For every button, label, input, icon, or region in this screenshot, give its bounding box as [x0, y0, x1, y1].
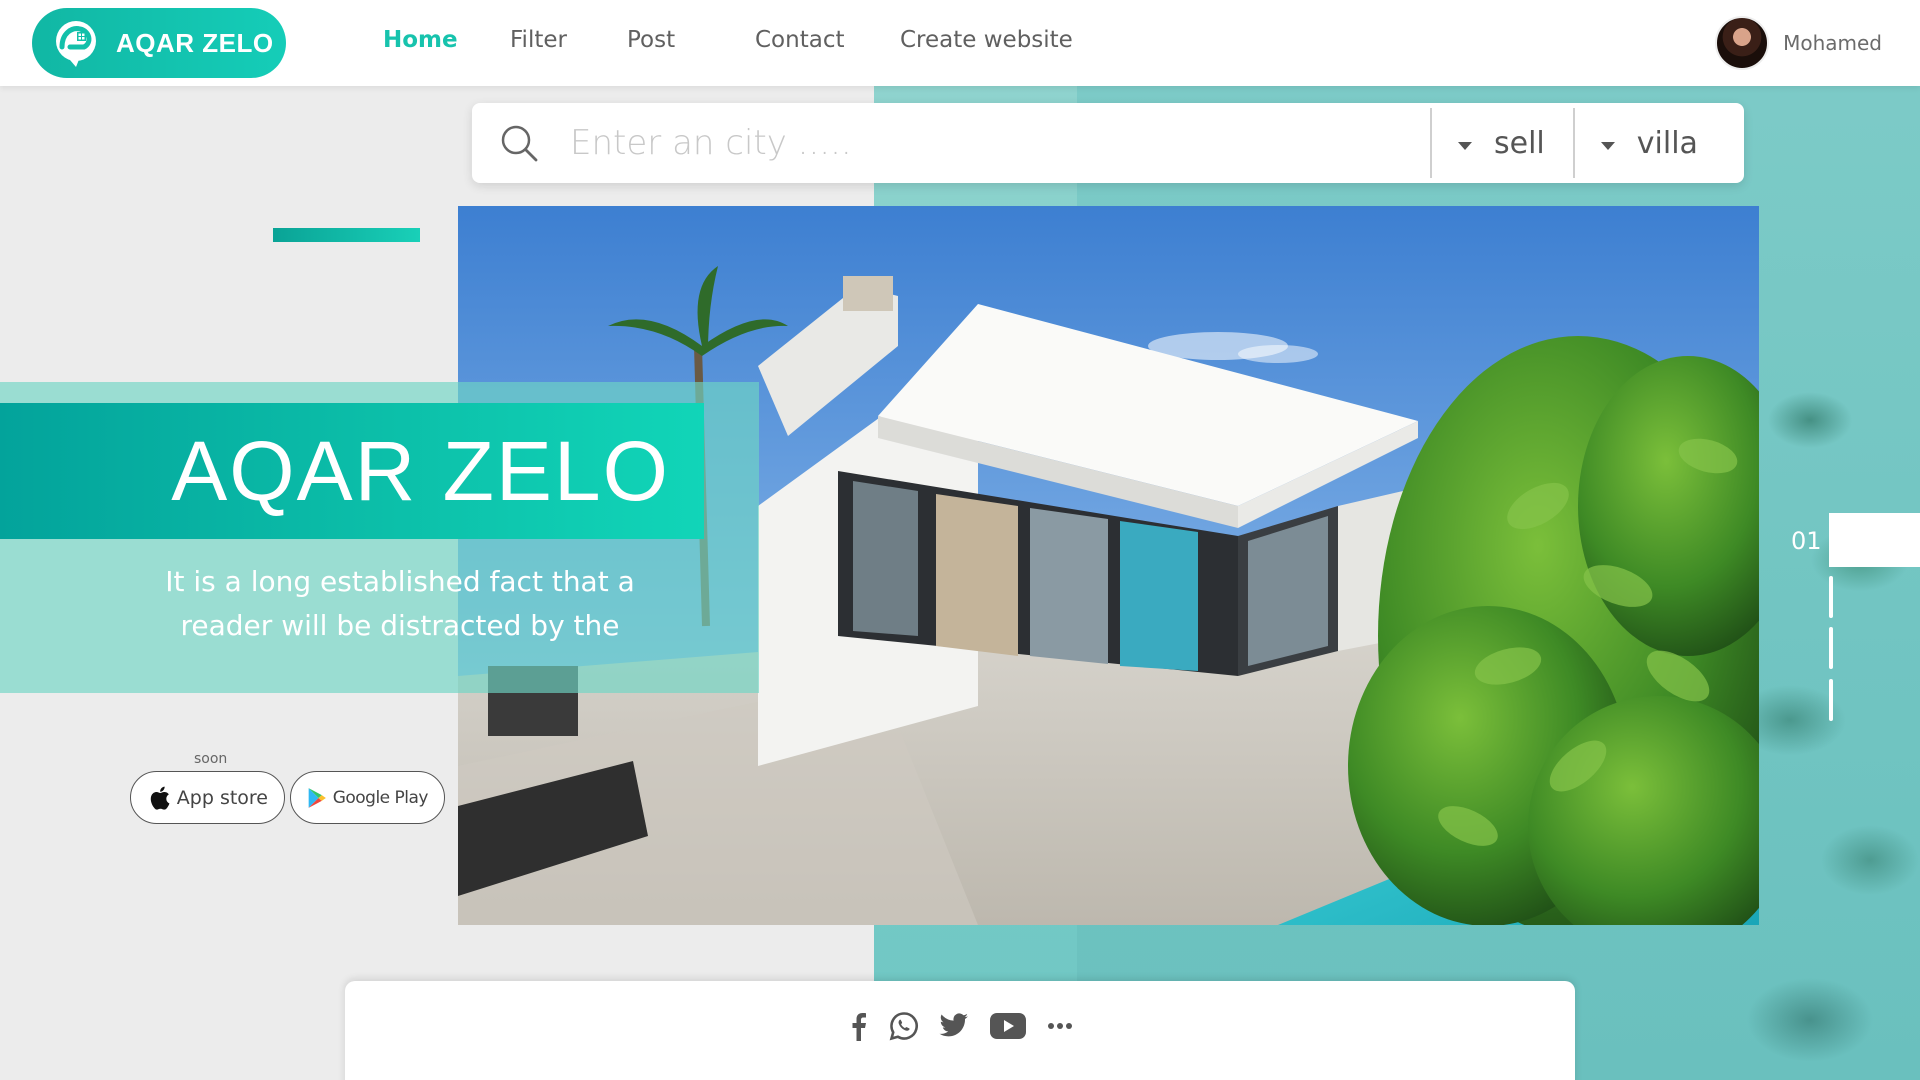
slide-indicator-dot[interactable]	[1829, 576, 1833, 618]
google-play-label: Google Play	[332, 787, 429, 808]
caret-down-icon	[1458, 142, 1472, 150]
youtube-icon[interactable]	[989, 1012, 1027, 1040]
nav-filter[interactable]: Filter	[510, 27, 567, 53]
google-play-button[interactable]: Google Play	[290, 771, 445, 824]
hero-title: AQAR ZELO	[171, 423, 670, 518]
hero-title-block: AQAR ZELO	[0, 403, 704, 539]
search-bar: sell villa	[472, 103, 1744, 183]
social-bar	[345, 981, 1575, 1080]
slide-indicator-dot[interactable]	[1829, 679, 1833, 721]
whatsapp-icon[interactable]	[889, 1011, 919, 1041]
transaction-type-value: sell	[1494, 125, 1545, 161]
user-name: Mohamed	[1783, 31, 1882, 55]
nav-create-website[interactable]: Create website	[900, 27, 1073, 53]
top-navbar: AQAR ZELO Home Filter Post Contact Creat…	[0, 0, 1920, 86]
slide-indicator-active[interactable]	[1829, 513, 1920, 567]
facebook-icon[interactable]	[847, 1011, 869, 1041]
logo[interactable]: AQAR ZELO	[32, 8, 286, 78]
property-type-value: villa	[1636, 125, 1698, 161]
soon-label: soon	[194, 751, 228, 767]
accent-bar	[273, 228, 420, 242]
apple-icon	[150, 786, 170, 810]
hero-subtitle: It is a long established fact that a rea…	[165, 565, 635, 642]
logo-text: AQAR ZELO	[116, 27, 274, 58]
house-pin-icon	[56, 21, 96, 67]
google-play-icon	[308, 787, 326, 808]
nav-post[interactable]: Post	[627, 27, 675, 53]
nav-home[interactable]: Home	[383, 27, 458, 53]
avatar[interactable]	[1715, 16, 1770, 70]
property-type-select[interactable]: villa	[1572, 108, 1726, 178]
twitter-icon[interactable]	[939, 1013, 969, 1039]
nav-contact[interactable]: Contact	[755, 27, 844, 53]
search-icon[interactable]	[498, 122, 540, 164]
slide-indicator-dot[interactable]	[1829, 627, 1833, 669]
slide-number: 01	[1791, 527, 1822, 555]
caret-down-icon	[1600, 142, 1615, 150]
transaction-type-select[interactable]: sell	[1430, 108, 1573, 178]
search-input[interactable]	[570, 113, 1430, 173]
app-store-label: App store	[176, 786, 268, 809]
more-icon[interactable]	[1047, 1022, 1073, 1030]
app-store-button[interactable]: App store	[130, 771, 285, 824]
user-menu[interactable]: Mohamed	[1715, 16, 1882, 70]
